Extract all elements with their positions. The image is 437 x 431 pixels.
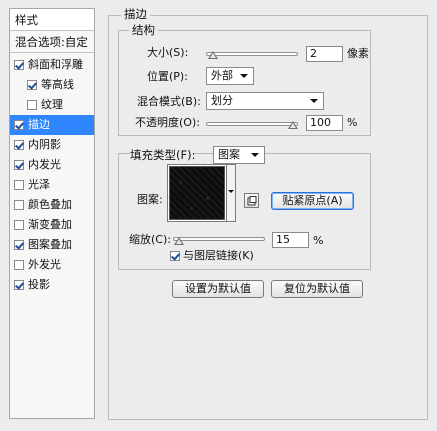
reset-to-default-label: 复位为默认值 <box>284 282 350 295</box>
size-input[interactable]: 2 <box>306 46 343 62</box>
style-item[interactable]: 内阴影 <box>10 135 94 155</box>
new-pattern-preset-button[interactable] <box>244 193 259 208</box>
style-item-checkbox[interactable] <box>14 160 24 170</box>
style-item-label: 描边 <box>28 118 50 131</box>
scale-slider-thumb[interactable] <box>174 237 185 245</box>
style-item[interactable]: 颜色叠加 <box>10 195 94 215</box>
position-select[interactable]: 外部 <box>206 67 254 85</box>
style-item-checkbox[interactable] <box>27 100 37 110</box>
size-unit: 像素 <box>347 47 369 60</box>
snap-to-origin-button[interactable]: 贴紧原点(A) <box>271 192 354 210</box>
style-item-label: 内发光 <box>28 158 61 171</box>
link-with-layer-checkbox[interactable] <box>170 251 180 261</box>
style-item[interactable]: 光泽 <box>10 175 94 195</box>
make-default-label: 设置为默认值 <box>185 282 251 295</box>
opacity-input[interactable]: 100 <box>306 115 343 131</box>
style-item-label: 光泽 <box>28 178 50 191</box>
styles-header-label: 样式 <box>15 13 38 27</box>
style-item[interactable]: 投影 <box>10 275 94 295</box>
scale-label: 缩放(C): <box>129 233 171 246</box>
style-item-checkbox[interactable] <box>14 60 24 70</box>
chevron-down-icon <box>310 99 318 103</box>
pattern-label: 图案: <box>137 193 163 206</box>
snap-to-origin-label: 贴紧原点(A) <box>282 194 343 207</box>
fill-type-label: 填充类型(F): <box>130 148 196 162</box>
style-item-checkbox[interactable] <box>14 120 24 130</box>
pattern-dropdown-toggle[interactable] <box>226 165 235 221</box>
new-preset-icon <box>247 196 257 206</box>
opacity-unit: % <box>347 116 358 129</box>
styles-header[interactable]: 样式 <box>10 9 94 31</box>
chevron-down-icon <box>240 74 248 78</box>
style-item-label: 投影 <box>28 278 50 291</box>
scale-slider-track[interactable] <box>173 237 265 241</box>
style-item[interactable]: 渐变叠加 <box>10 215 94 235</box>
style-item-label: 等高线 <box>41 78 74 91</box>
size-slider-track[interactable] <box>206 52 298 56</box>
opacity-slider-thumb[interactable] <box>288 121 298 129</box>
style-item[interactable]: 纹理 <box>10 95 94 115</box>
blend-mode-label: 混合模式(B): <box>137 95 201 108</box>
opacity-slider-track[interactable] <box>206 122 298 126</box>
style-item-label: 斜面和浮雕 <box>28 58 83 71</box>
size-label: 大小(S): <box>147 46 189 59</box>
style-item-checkbox[interactable] <box>14 200 24 210</box>
style-item-label: 渐变叠加 <box>28 218 72 231</box>
style-item-label: 纹理 <box>41 98 63 111</box>
link-with-layer-label: 与图层链接(K) <box>183 249 254 262</box>
chevron-down-icon <box>251 153 259 157</box>
style-item[interactable]: 图案叠加 <box>10 235 94 255</box>
opacity-label: 不透明度(O): <box>135 116 200 129</box>
style-item[interactable]: 斜面和浮雕 <box>10 55 94 75</box>
style-item[interactable]: 等高线 <box>10 75 94 95</box>
style-item-label: 颜色叠加 <box>28 198 72 211</box>
style-item-label: 图案叠加 <box>28 238 72 251</box>
size-slider-thumb[interactable] <box>207 51 218 59</box>
fill-type-select[interactable]: 图案 <box>213 146 265 164</box>
style-item[interactable]: 外发光 <box>10 255 94 275</box>
style-item-label: 外发光 <box>28 258 61 271</box>
reset-to-default-button[interactable]: 复位为默认值 <box>271 280 363 298</box>
make-default-button[interactable]: 设置为默认值 <box>172 280 264 298</box>
style-item-checkbox[interactable] <box>14 240 24 250</box>
style-item[interactable]: 描边 <box>10 115 94 135</box>
style-item-checkbox[interactable] <box>14 280 24 290</box>
style-item-checkbox[interactable] <box>14 140 24 150</box>
scale-input[interactable]: 15 <box>272 232 309 248</box>
structure-title: 结构 <box>129 23 158 37</box>
blend-mode-select[interactable]: 划分 <box>206 92 324 110</box>
style-item-checkbox[interactable] <box>14 220 24 230</box>
position-select-value: 外部 <box>211 69 233 82</box>
pattern-swatch[interactable] <box>169 166 225 220</box>
styles-list-panel: 样式 混合选项:自定 斜面和浮雕等高线纹理描边内阴影内发光光泽颜色叠加渐变叠加图… <box>9 8 95 419</box>
style-item-checkbox[interactable] <box>27 80 37 90</box>
scale-unit: % <box>313 234 324 247</box>
style-item[interactable]: 内发光 <box>10 155 94 175</box>
style-item-checkbox[interactable] <box>14 180 24 190</box>
style-item-label: 内阴影 <box>28 138 61 151</box>
blend-mode-select-value: 划分 <box>211 94 233 107</box>
fill-type-select-value: 图案 <box>218 148 240 161</box>
stroke-title: 描边 <box>121 7 150 21</box>
blend-options-item[interactable]: 混合选项:自定 <box>10 31 94 53</box>
style-item-checkbox[interactable] <box>14 260 24 270</box>
position-label: 位置(P): <box>147 70 188 83</box>
blend-options-label: 混合选项:自定 <box>15 35 88 49</box>
